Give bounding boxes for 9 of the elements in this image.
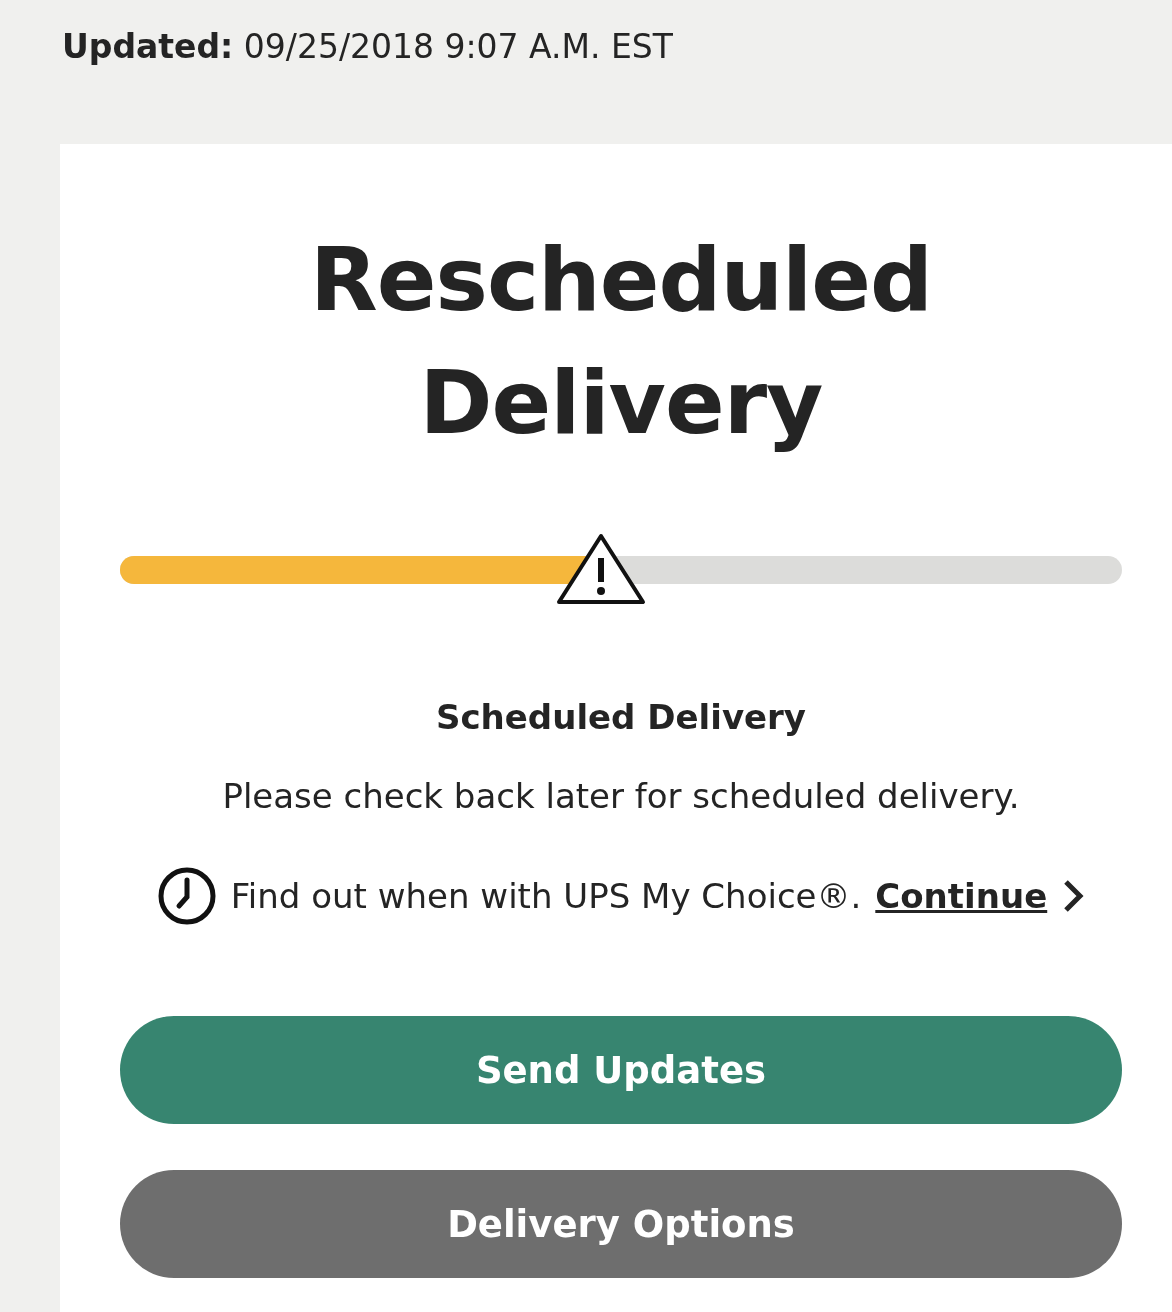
clock-icon — [156, 866, 217, 927]
status-title: Rescheduled Delivery — [309, 227, 933, 457]
scheduled-message: Please check back later for scheduled delivery. — [221, 775, 1021, 819]
my-choice-text: Find out when with UPS My Choice®. — [230, 874, 862, 918]
updated-timestamp: Updated: 09/25/2018 9:07 A.M. EST — [61, 26, 674, 68]
send-updates-button[interactable]: Send Updates — [120, 1016, 1122, 1125]
continue-link[interactable]: Continue — [875, 870, 1048, 922]
delivery-options-button[interactable]: Delivery Options — [120, 1170, 1122, 1279]
scheduled-heading: Scheduled Delivery — [434, 696, 808, 740]
